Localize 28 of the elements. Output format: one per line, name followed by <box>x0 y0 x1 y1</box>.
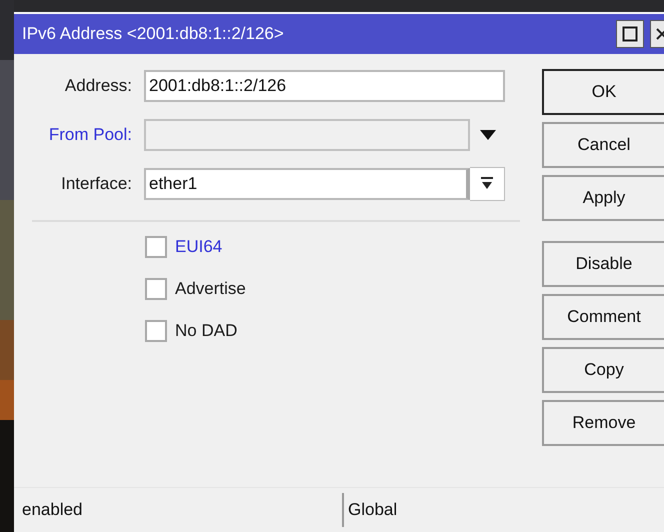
dropdown-button[interactable] <box>470 167 505 201</box>
checkbox-label: No DAD <box>175 321 238 341</box>
maximize-icon <box>622 26 638 42</box>
maximize-button[interactable] <box>616 20 644 48</box>
field-label: Address: <box>64 76 133 96</box>
status-text: Global <box>342 493 664 527</box>
combo-field[interactable]: ether1 <box>144 168 470 200</box>
window-title: IPv6 Address <2001:db8:1::2/126> <box>22 24 285 44</box>
dialog-button[interactable]: OK <box>542 69 664 115</box>
close-button[interactable] <box>650 20 664 48</box>
input-field[interactable]: 2001:db8:1::2/126 <box>144 70 505 102</box>
field-label: Interface: <box>60 174 133 194</box>
dialog-button[interactable]: Cancel <box>542 122 664 168</box>
checkbox[interactable] <box>145 278 167 300</box>
checkbox-label: EUI64 <box>175 237 222 257</box>
dialog-button[interactable]: Disable <box>542 241 664 287</box>
dialog-button[interactable]: Copy <box>542 347 664 393</box>
dialog-button[interactable]: Apply <box>542 175 664 221</box>
dialog-button[interactable]: Comment <box>542 294 664 340</box>
checkbox[interactable] <box>145 236 167 258</box>
dropdown-arrow-icon[interactable] <box>480 130 496 140</box>
close-icon <box>654 26 664 42</box>
field-label: From Pool: <box>48 125 133 145</box>
status-text: enabled <box>21 500 84 520</box>
checkbox-label: Advertise <box>175 279 246 299</box>
checkbox[interactable] <box>145 320 167 342</box>
dialog-button[interactable]: Remove <box>542 400 664 446</box>
caret-icon <box>481 177 493 191</box>
